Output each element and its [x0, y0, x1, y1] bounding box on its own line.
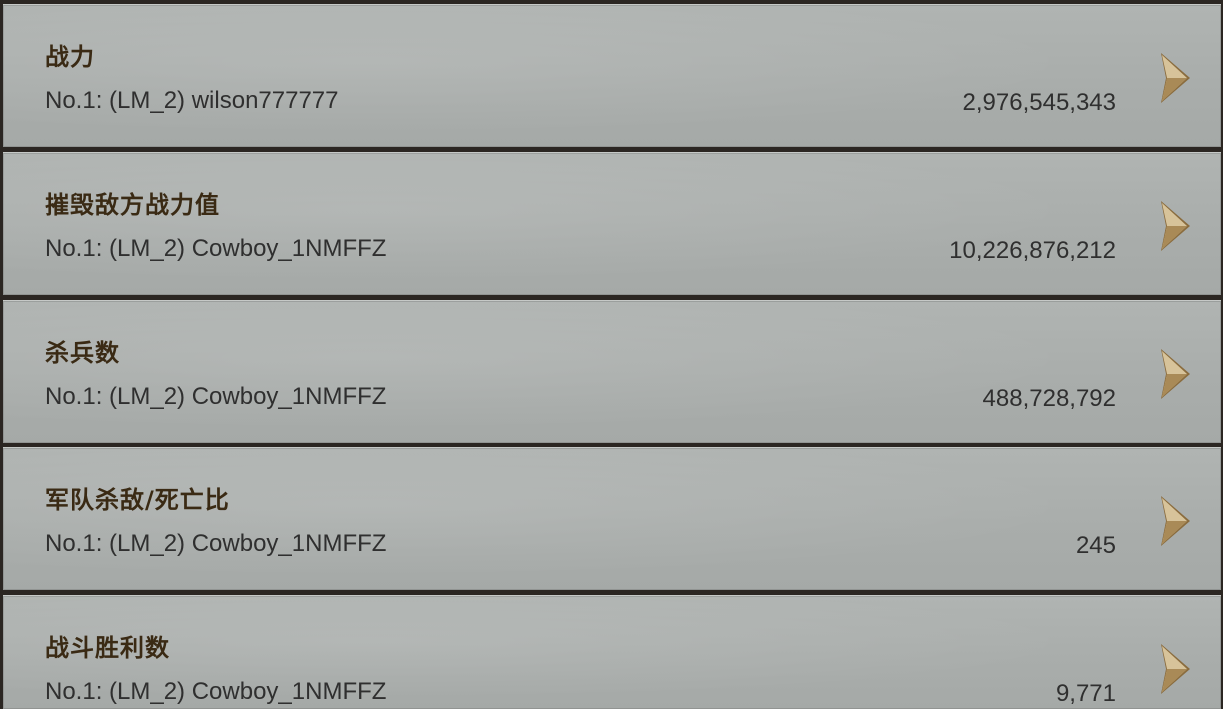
- ranking-leader: No.1: (LM_2) Cowboy_1NMFFZ: [45, 383, 387, 410]
- ranking-value: 488,728,792: [982, 385, 1116, 412]
- chevron-right-icon[interactable]: [1157, 50, 1193, 106]
- chevron-right-icon[interactable]: [1157, 346, 1193, 402]
- ranking-category-title: 战力: [45, 43, 95, 71]
- ranking-leader: No.1: (LM_2) wilson777777: [45, 87, 339, 114]
- ranking-board: 战力 No.1: (LM_2) wilson777777 2,976,545,3…: [0, 0, 1223, 709]
- ranking-category-title: 军队杀敌/死亡比: [45, 486, 230, 514]
- ranking-row-power[interactable]: 战力 No.1: (LM_2) wilson777777 2,976,545,3…: [3, 4, 1221, 147]
- ranking-value: 2,976,545,343: [962, 89, 1116, 116]
- ranking-leader: No.1: (LM_2) Cowboy_1NMFFZ: [45, 235, 387, 262]
- ranking-value: 9,771: [1055, 680, 1116, 707]
- ranking-leader: No.1: (LM_2) Cowboy_1NMFFZ: [45, 530, 387, 557]
- ranking-row-kill-death-ratio[interactable]: 军队杀敌/死亡比 No.1: (LM_2) Cowboy_1NMFFZ 245: [3, 447, 1221, 590]
- ranking-value: 10,226,876,212: [949, 237, 1116, 264]
- ranking-row-destroyed-power[interactable]: 摧毁敌方战力值 No.1: (LM_2) Cowboy_1NMFFZ 10,22…: [3, 152, 1221, 295]
- chevron-right-icon[interactable]: [1157, 198, 1193, 254]
- chevron-right-icon[interactable]: [1157, 493, 1193, 549]
- chevron-right-icon[interactable]: [1157, 641, 1193, 697]
- ranking-category-title: 摧毁敌方战力值: [45, 191, 220, 219]
- ranking-leader: No.1: (LM_2) Cowboy_1NMFFZ: [45, 678, 387, 705]
- ranking-row-battle-wins[interactable]: 战斗胜利数 No.1: (LM_2) Cowboy_1NMFFZ 9,771: [3, 595, 1221, 709]
- ranking-category-title: 杀兵数: [45, 339, 120, 367]
- ranking-category-title: 战斗胜利数: [45, 634, 170, 662]
- ranking-row-kills[interactable]: 杀兵数 No.1: (LM_2) Cowboy_1NMFFZ 488,728,7…: [3, 300, 1221, 443]
- ranking-value: 245: [1075, 532, 1116, 559]
